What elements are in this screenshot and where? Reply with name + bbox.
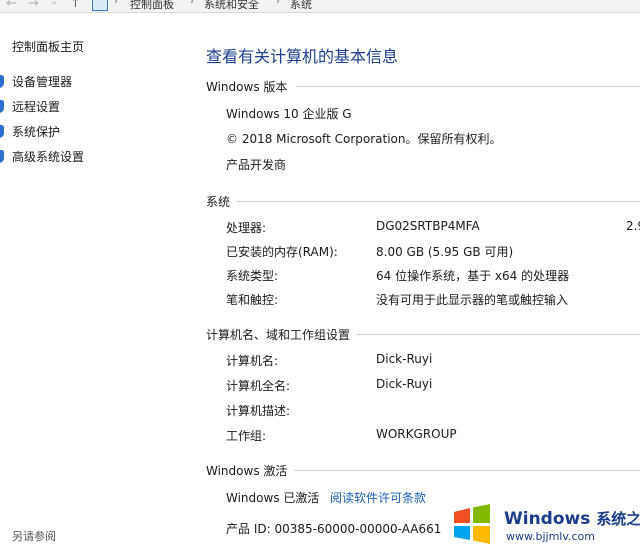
- breadcrumb-separator: ›: [114, 0, 118, 7]
- pen-touch-value: 没有可用于此显示器的笔或触控输入: [376, 293, 569, 307]
- see-also-heading: 另请参阅: [12, 530, 56, 543]
- activation-status: Windows 已激活: [226, 491, 320, 505]
- watermark-url: www.bjjmlv.com: [506, 530, 595, 543]
- product-id: 产品 ID: 00385-60000-00000-AA661: [226, 522, 442, 536]
- up-arrow-icon[interactable]: ↑: [70, 0, 81, 11]
- copyright-text: © 2018 Microsoft Corporation。保留所有权利。: [226, 132, 502, 146]
- computer-name-value: Dick-Ruyi: [376, 352, 433, 366]
- section-divider: [294, 470, 640, 471]
- shield-icon: [0, 75, 4, 88]
- page-title: 查看有关计算机的基本信息: [206, 47, 399, 66]
- section-heading-system: 系统: [206, 195, 231, 209]
- sidebar-item-label: 系统保护: [12, 125, 61, 139]
- windows-edition: Windows 10 企业版 G: [226, 107, 352, 121]
- processor-speed-value: 2.9: [626, 219, 640, 233]
- sidebar-home-link[interactable]: 控制面板主页: [12, 38, 84, 55]
- back-arrow-icon[interactable]: ←: [6, 0, 17, 11]
- section-divider: [236, 201, 640, 202]
- breadcrumb-control-panel[interactable]: 控制面板: [130, 0, 174, 12]
- shield-icon: [0, 100, 4, 113]
- section-divider: [296, 86, 640, 87]
- license-terms-link[interactable]: 阅读软件许可条款: [330, 489, 426, 506]
- workgroup-label: 工作组:: [226, 429, 267, 443]
- windows-logo-icon: [454, 504, 490, 544]
- watermark-brand-suffix: 系统之家: [596, 510, 640, 528]
- sidebar-item-label: 高级系统设置: [12, 150, 85, 164]
- watermark-brand-name: Windows: [504, 509, 591, 529]
- shield-icon: [0, 150, 4, 163]
- processor-label: 处理器:: [226, 221, 267, 235]
- shield-icon: [0, 125, 4, 138]
- system-type-value: 64 位操作系统，基于 x64 的处理器: [376, 269, 570, 283]
- full-computer-name-value: Dick-Ruyi: [376, 377, 433, 391]
- breadcrumb-system[interactable]: 系统: [290, 0, 312, 12]
- breadcrumb-separator: ›: [190, 0, 194, 7]
- breadcrumb-system-security[interactable]: 系统和安全: [204, 0, 259, 12]
- dropdown-chevron-icon[interactable]: ⌄: [50, 0, 58, 7]
- control-panel-icon: [92, 0, 108, 11]
- sidebar-item-label: 远程设置: [12, 100, 61, 114]
- product-developer: 产品开发商: [226, 158, 287, 172]
- system-type-label: 系统类型:: [226, 269, 279, 283]
- computer-description-label: 计算机描述:: [226, 404, 291, 418]
- full-computer-name-label: 计算机全名:: [226, 379, 291, 393]
- watermark: Windows 系统之家 www.bjjmlv.com: [446, 498, 640, 550]
- section-divider: [356, 334, 640, 335]
- computer-name-label: 计算机名:: [226, 354, 279, 368]
- breadcrumb-separator: ›: [276, 0, 280, 7]
- pen-touch-label: 笔和触控:: [226, 293, 279, 307]
- workgroup-value: WORKGROUP: [376, 427, 457, 441]
- watermark-brand: Windows 系统之家: [504, 508, 640, 529]
- ram-label: 已安装的内存(RAM):: [226, 245, 338, 259]
- ram-value: 8.00 GB (5.95 GB 可用): [376, 245, 514, 259]
- section-heading-computer-name: 计算机名、域和工作组设置: [206, 328, 351, 342]
- forward-arrow-icon[interactable]: →: [28, 0, 39, 11]
- processor-value: DG02SRTBP4MFA: [376, 219, 480, 233]
- section-heading-activation: Windows 激活: [206, 464, 288, 478]
- section-heading-windows-edition: Windows 版本: [206, 80, 288, 94]
- address-bar: ← → ⌄ ↑ › 控制面板 › 系统和安全 › 系统: [0, 0, 640, 13]
- sidebar-item-label: 设备管理器: [12, 75, 73, 89]
